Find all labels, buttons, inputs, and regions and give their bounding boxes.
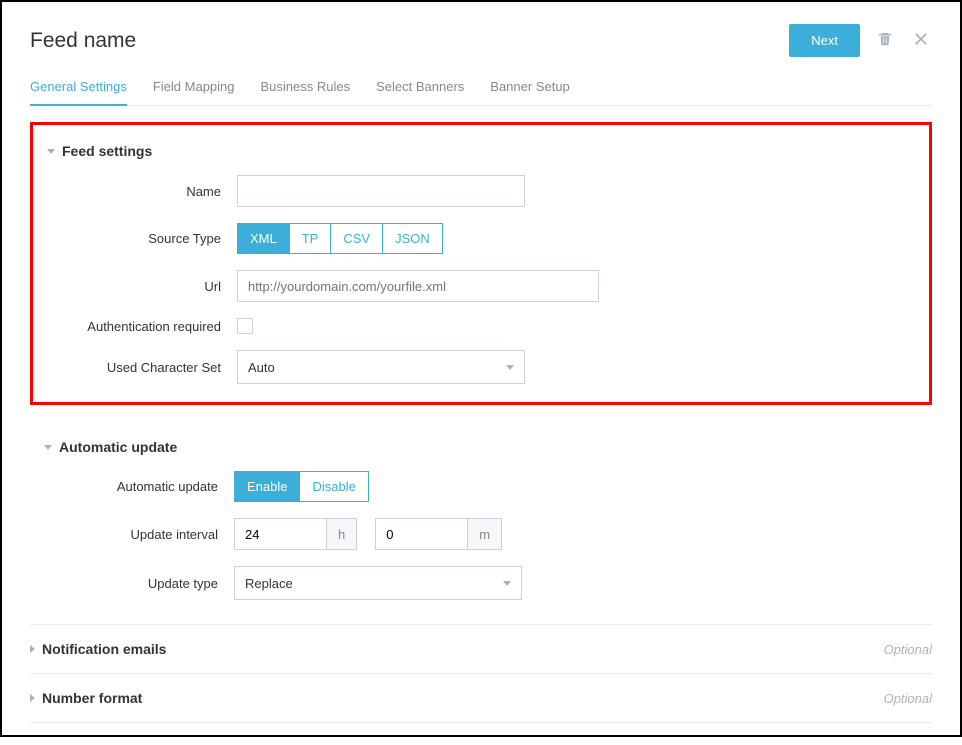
- chevron-down-icon: [503, 581, 511, 586]
- chevron-down-icon: [506, 365, 514, 370]
- tabs: General Settings Field Mapping Business …: [30, 79, 932, 106]
- tab-select-banners[interactable]: Select Banners: [376, 79, 464, 105]
- interval-hours-input[interactable]: [234, 518, 326, 550]
- source-type-group: XML TP CSV JSON: [237, 223, 443, 254]
- update-type-label: Update type: [44, 576, 234, 591]
- url-label: Url: [47, 279, 237, 294]
- chevron-down-icon: [47, 149, 55, 154]
- source-type-label: Source Type: [47, 231, 237, 246]
- tab-general-settings[interactable]: General Settings: [30, 79, 127, 106]
- auto-update-toggle-label: Automatic update: [44, 479, 234, 494]
- notification-emails-title: Notification emails: [42, 641, 166, 657]
- chevron-right-icon: [30, 694, 35, 702]
- hours-unit: h: [326, 518, 357, 550]
- number-format-header[interactable]: Number format Optional: [30, 673, 932, 723]
- feed-settings-header[interactable]: Feed settings: [47, 143, 915, 159]
- tab-field-mapping[interactable]: Field Mapping: [153, 79, 235, 105]
- optional-badge: Optional: [884, 642, 932, 657]
- name-label: Name: [47, 184, 237, 199]
- notification-emails-header[interactable]: Notification emails Optional: [30, 624, 932, 673]
- chevron-right-icon: [30, 645, 35, 653]
- auth-label: Authentication required: [47, 319, 237, 334]
- auto-update-toggle-group: Enable Disable: [234, 471, 369, 502]
- chevron-down-icon: [44, 445, 52, 450]
- source-type-json[interactable]: JSON: [382, 223, 443, 254]
- auto-update-disable[interactable]: Disable: [299, 471, 368, 502]
- interval-minutes-input[interactable]: [375, 518, 467, 550]
- automatic-update-section: Automatic update Automatic update Enable…: [30, 421, 932, 624]
- tab-banner-setup[interactable]: Banner Setup: [490, 79, 570, 105]
- feed-settings-title: Feed settings: [62, 143, 152, 159]
- optional-badge: Optional: [884, 691, 932, 706]
- charset-select[interactable]: Auto: [237, 350, 525, 384]
- update-type-value: Replace: [245, 576, 293, 591]
- automatic-update-header[interactable]: Automatic update: [44, 439, 918, 455]
- name-input[interactable]: [237, 175, 525, 207]
- source-type-csv[interactable]: CSV: [330, 223, 383, 254]
- close-icon[interactable]: [910, 28, 932, 54]
- trash-icon[interactable]: [874, 28, 896, 54]
- source-type-tp[interactable]: TP: [289, 223, 332, 254]
- auto-update-enable[interactable]: Enable: [234, 471, 300, 502]
- update-type-select[interactable]: Replace: [234, 566, 522, 600]
- charset-label: Used Character Set: [47, 360, 237, 375]
- url-input[interactable]: [237, 270, 599, 302]
- source-type-xml[interactable]: XML: [237, 223, 290, 254]
- number-format-title: Number format: [42, 690, 142, 706]
- minutes-unit: m: [467, 518, 502, 550]
- tab-business-rules[interactable]: Business Rules: [261, 79, 351, 105]
- interval-label: Update interval: [44, 527, 234, 542]
- next-button[interactable]: Next: [789, 24, 860, 57]
- charset-value: Auto: [248, 360, 275, 375]
- feed-settings-section: Feed settings Name Source Type XML TP CS…: [30, 122, 932, 405]
- automatic-update-title: Automatic update: [59, 439, 177, 455]
- page-title: Feed name: [30, 29, 136, 53]
- auth-checkbox[interactable]: [237, 318, 253, 334]
